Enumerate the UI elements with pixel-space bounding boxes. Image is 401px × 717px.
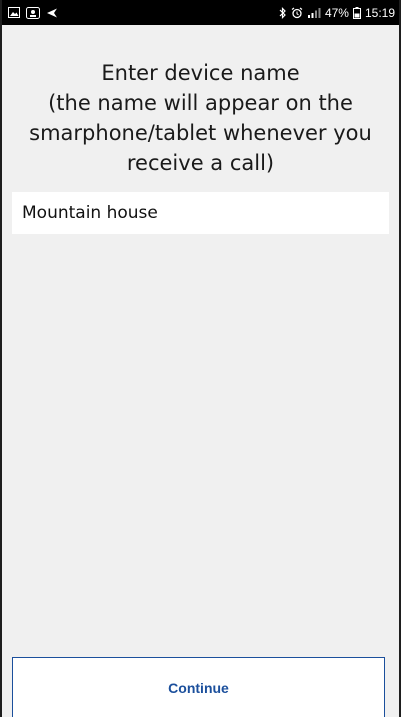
page-title: Enter device name (the name will appear … — [12, 58, 389, 178]
status-left-icons — [8, 6, 58, 19]
continue-button[interactable]: Continue — [12, 657, 385, 717]
status-bar: 47% 15:19 — [2, 0, 399, 25]
device-name-field[interactable]: Mountain house — [12, 192, 389, 234]
bluetooth-icon — [279, 6, 287, 19]
title-line: receive a call) — [126, 151, 275, 175]
signal-icon — [307, 7, 321, 18]
battery-icon — [352, 6, 361, 19]
title-line: smarphone/tablet whenever you — [29, 121, 372, 145]
gallery-icon — [8, 7, 20, 18]
device-name-value: Mountain house — [22, 203, 158, 223]
notification-icon — [26, 6, 40, 19]
title-line: Enter device name — [101, 61, 300, 85]
battery-percentage: 47% — [324, 5, 349, 20]
app-screen: 47% 15:19 Enter device name (the name wi… — [0, 0, 401, 717]
clock: 15:19 — [364, 5, 395, 20]
continue-label: Continue — [168, 679, 229, 696]
alarm-icon — [291, 7, 303, 19]
status-right-icons: 47% 15:19 — [279, 6, 395, 20]
title-line: (the name will appear on the — [48, 91, 353, 115]
send-icon — [46, 8, 58, 18]
